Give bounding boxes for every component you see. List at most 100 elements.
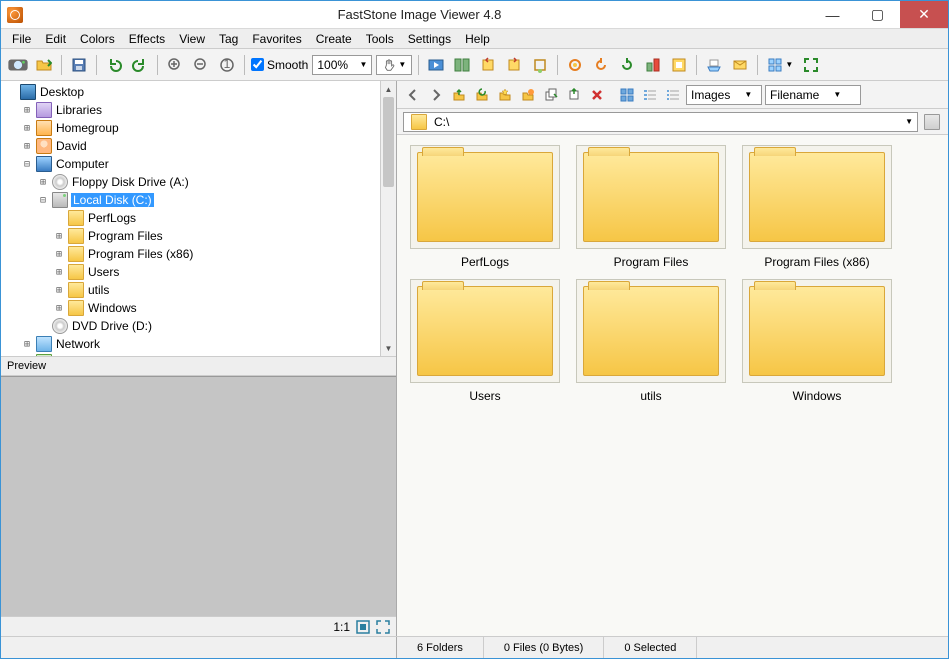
fit-icon[interactable] [356, 620, 370, 634]
nav-favorite-button[interactable] [495, 85, 515, 105]
compare-button[interactable] [451, 54, 473, 76]
scroll-down-button[interactable]: ▼ [381, 340, 396, 356]
settings-button[interactable]: ▼ [764, 54, 796, 76]
save-button[interactable] [68, 54, 90, 76]
expander-icon[interactable]: ⊞ [53, 231, 65, 242]
sort-select[interactable]: Filename▼ [765, 85, 861, 105]
tree-item[interactable]: ⊟Computer [1, 155, 380, 173]
tree-item[interactable]: PerfLogs [1, 209, 380, 227]
tree-item[interactable]: DVD Drive (D:) [1, 317, 380, 335]
menu-edit[interactable]: Edit [38, 32, 73, 46]
close-button[interactable]: ✕ [900, 1, 948, 28]
tree-item[interactable]: ⊞Libraries [1, 101, 380, 119]
expander-icon[interactable]: ⊟ [21, 159, 33, 170]
rotate-left-button[interactable] [477, 54, 499, 76]
menu-help[interactable]: Help [458, 32, 497, 46]
zoom-out-button[interactable] [190, 54, 212, 76]
menu-view[interactable]: View [172, 32, 212, 46]
view-large-icons-button[interactable] [617, 85, 637, 105]
expander-icon[interactable]: ⊞ [53, 285, 65, 296]
tree-item[interactable]: ⊞Program Files (x86) [1, 245, 380, 263]
tree-item[interactable]: ⊟Local Disk (C:) [1, 191, 380, 209]
address-bar[interactable]: C:\ ▼ [403, 112, 918, 132]
recycle-button[interactable] [922, 112, 942, 132]
expander-icon[interactable]: ⊟ [37, 195, 49, 206]
undo-button[interactable] [103, 54, 125, 76]
nav-refresh-button[interactable] [472, 85, 492, 105]
undo-edit-button[interactable] [590, 54, 612, 76]
nav-delete-button[interactable] [587, 85, 607, 105]
scroll-thumb[interactable] [383, 97, 394, 187]
smooth-check-input[interactable] [251, 58, 264, 71]
scroll-up-button[interactable]: ▲ [381, 81, 396, 97]
menu-favorites[interactable]: Favorites [245, 32, 308, 46]
tree-item[interactable]: Downloads [1, 353, 380, 356]
zoom-actual-button[interactable]: 1 [216, 54, 238, 76]
expander-icon[interactable]: ⊞ [21, 339, 33, 350]
menu-colors[interactable]: Colors [73, 32, 122, 46]
nav-move-button[interactable] [564, 85, 584, 105]
menu-effects[interactable]: Effects [122, 32, 172, 46]
expand-icon[interactable] [376, 620, 390, 634]
scroll-track[interactable] [381, 97, 396, 340]
menu-tag[interactable]: Tag [212, 32, 245, 46]
folder-tree[interactable]: Desktop⊞Libraries⊞Homegroup⊞David⊟Comput… [1, 81, 380, 356]
redo-edit-button[interactable] [616, 54, 638, 76]
tree-item[interactable]: ⊞David [1, 137, 380, 155]
folder-thumb[interactable]: Program Files [573, 145, 729, 269]
tree-item[interactable]: ⊞Floppy Disk Drive (A:) [1, 173, 380, 191]
smooth-checkbox[interactable]: Smooth [251, 58, 308, 72]
menu-settings[interactable]: Settings [401, 32, 458, 46]
tree-item[interactable]: ⊞utils [1, 281, 380, 299]
folder-thumb[interactable]: PerfLogs [407, 145, 563, 269]
expander-icon[interactable]: ⊞ [53, 267, 65, 278]
menu-file[interactable]: File [5, 32, 38, 46]
filter-select[interactable]: Images▼ [686, 85, 762, 105]
expander-icon[interactable]: ⊞ [53, 249, 65, 260]
nav-back-button[interactable] [403, 85, 423, 105]
view-details-button[interactable] [663, 85, 683, 105]
nav-copy-button[interactable] [541, 85, 561, 105]
tree-scrollbar[interactable]: ▲ ▼ [380, 81, 396, 356]
tree-item[interactable]: ⊞Windows [1, 299, 380, 317]
maximize-button[interactable]: ▢ [855, 1, 900, 28]
expander-icon[interactable]: ⊞ [37, 177, 49, 188]
expander-icon[interactable]: ⊞ [53, 303, 65, 314]
tree-item[interactable]: ⊞Program Files [1, 227, 380, 245]
canvas-button[interactable] [668, 54, 690, 76]
folder-thumb[interactable]: utils [573, 279, 729, 403]
resize-button[interactable] [642, 54, 664, 76]
hand-tool-select[interactable]: ▼ [376, 55, 412, 75]
nav-newfolder-button[interactable] [518, 85, 538, 105]
open-folder-button[interactable] [33, 54, 55, 76]
scanner-button[interactable] [703, 54, 725, 76]
menu-tools[interactable]: Tools [359, 32, 401, 46]
minimize-button[interactable]: — [810, 1, 855, 28]
zoom-in-button[interactable] [164, 54, 186, 76]
thumbnail-area[interactable]: PerfLogsProgram FilesProgram Files (x86)… [397, 135, 948, 636]
crop-button[interactable] [529, 54, 551, 76]
redo-button[interactable] [129, 54, 151, 76]
adjust-colors-button[interactable] [564, 54, 586, 76]
zoom-select[interactable]: 100%▼ [312, 55, 372, 75]
slideshow-button[interactable] [425, 54, 447, 76]
expander-icon[interactable]: ⊞ [21, 141, 33, 152]
nav-up-button[interactable] [449, 85, 469, 105]
tree-item[interactable]: ⊞Homegroup [1, 119, 380, 137]
expander-icon[interactable]: ⊞ [21, 123, 33, 134]
email-button[interactable] [729, 54, 751, 76]
tree-item[interactable]: ⊞Network [1, 335, 380, 353]
tree-item[interactable]: ⊞Users [1, 263, 380, 281]
folder-thumb[interactable]: Users [407, 279, 563, 403]
expander-icon[interactable]: ⊞ [21, 105, 33, 116]
tree-item[interactable]: Desktop [1, 83, 380, 101]
fullscreen-button[interactable] [800, 54, 822, 76]
acquire-scan-button[interactable] [7, 54, 29, 76]
folder-thumb[interactable]: Windows [739, 279, 895, 403]
menu-create[interactable]: Create [309, 32, 359, 46]
rotate-right-button[interactable] [503, 54, 525, 76]
folder-thumb[interactable]: Program Files (x86) [739, 145, 895, 269]
preview-header: Preview [1, 356, 396, 376]
view-list-button[interactable] [640, 85, 660, 105]
nav-forward-button[interactable] [426, 85, 446, 105]
